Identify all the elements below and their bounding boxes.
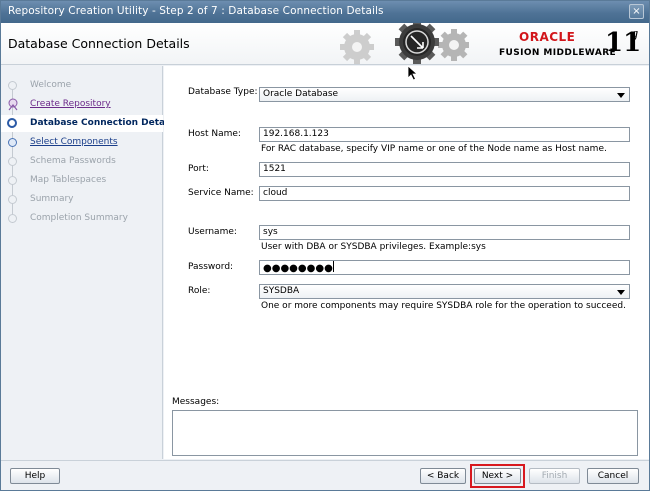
database-type-value: Oracle Database: [263, 89, 339, 99]
nav-step-welcome: Welcome: [1, 77, 163, 94]
next-button[interactable]: Next >: [474, 468, 521, 484]
port-input[interactable]: 1521: [259, 162, 630, 177]
mouse-pointer-icon: [407, 65, 419, 81]
step-current-icon: [7, 118, 17, 128]
username-input[interactable]: sys: [259, 225, 630, 240]
nav-step-summary: Summary: [1, 191, 163, 208]
host-name-input[interactable]: 192.168.1.123: [259, 127, 630, 142]
nav-step-label: Summary: [30, 194, 74, 204]
username-value: sys: [263, 227, 278, 237]
nav-step-label: Map Tablespaces: [30, 175, 107, 185]
text-caret: [332, 261, 334, 272]
nav-step-label: Database Connection Details: [30, 118, 177, 128]
page-title: Database Connection Details: [8, 36, 190, 51]
nav-step-label: Select Components: [30, 137, 118, 147]
nav-step-create-repository[interactable]: Create Repository: [1, 96, 163, 113]
header-banner: Database Connection Details ORACLE FUSIO…: [1, 23, 649, 65]
step-disabled-icon: [8, 157, 17, 166]
port-value: 1521: [263, 164, 286, 174]
nav-step-select-components[interactable]: Select Components: [1, 134, 163, 151]
messages-label: Messages:: [172, 397, 220, 407]
nav-step-completion-summary: Completion Summary: [1, 210, 163, 227]
step-disabled-icon: [8, 195, 17, 204]
finish-button[interactable]: Finish: [529, 468, 580, 484]
close-window-button[interactable]: ×: [629, 4, 644, 19]
back-button-label: < Back: [426, 471, 460, 481]
role-value: SYSDBA: [263, 286, 300, 296]
nav-step-map-tablespaces: Map Tablespaces: [1, 172, 163, 189]
step-visited-icon: [8, 98, 18, 111]
step-disabled-icon: [8, 214, 17, 223]
step-disabled-icon: [8, 176, 17, 185]
step-disabled-icon: [8, 81, 17, 90]
nav-step-database-connection-details[interactable]: Database Connection Details: [1, 115, 177, 132]
back-button[interactable]: < Back: [420, 468, 466, 484]
role-select[interactable]: SYSDBA: [259, 284, 630, 299]
title-bar[interactable]: Repository Creation Utility - Step 2 of …: [1, 1, 649, 23]
chevron-down-icon: [617, 93, 625, 98]
rcu-window: Repository Creation Utility - Step 2 of …: [0, 0, 650, 491]
cancel-button-label: Cancel: [597, 471, 629, 481]
database-type-select[interactable]: Oracle Database: [259, 87, 630, 102]
port-label: Port:: [188, 164, 209, 174]
version-suffix: g: [630, 27, 639, 42]
host-name-value: 192.168.1.123: [263, 129, 329, 139]
gears-graphic-icon: [340, 23, 469, 64]
nav-step-label: Schema Passwords: [30, 156, 116, 166]
password-masked-value: ●●●●●●●●: [263, 263, 333, 274]
username-label: Username:: [188, 227, 237, 237]
database-type-label: Database Type:: [188, 87, 258, 97]
window-title: Repository Creation Utility - Step 2 of …: [8, 5, 384, 17]
role-hint: One or more components may require SYSDB…: [261, 301, 626, 311]
nav-step-label: Completion Summary: [30, 213, 128, 223]
nav-step-label: Welcome: [30, 80, 72, 90]
service-name-value: cloud: [263, 188, 288, 198]
password-input[interactable]: ●●●●●●●●: [259, 260, 630, 275]
username-hint: User with DBA or SYSDBA privileges. Exam…: [261, 242, 486, 252]
password-label: Password:: [188, 262, 234, 272]
oracle-brand-logo: ORACLE FUSION MIDDLEWARE 11 g: [493, 27, 643, 63]
chevron-down-icon: [617, 290, 625, 295]
help-button[interactable]: Help: [10, 468, 60, 484]
nav-step-label: Create Repository: [30, 99, 111, 109]
wizard-step-nav: Welcome Create Repository Database Conne…: [1, 66, 177, 459]
host-name-hint: For RAC database, specify VIP name or on…: [261, 144, 607, 154]
service-name-label: Service Name:: [188, 188, 254, 198]
connection-form-panel: Database Type: Oracle Database Host Name…: [164, 66, 649, 459]
next-button-label: Next >: [481, 471, 514, 481]
close-icon: ×: [632, 6, 641, 17]
nav-step-schema-passwords: Schema Passwords: [1, 153, 163, 170]
cancel-button[interactable]: Cancel: [587, 468, 639, 484]
oracle-wordmark: ORACLE: [519, 30, 576, 44]
role-label: Role:: [188, 286, 211, 296]
service-name-input[interactable]: cloud: [259, 186, 630, 201]
finish-button-label: Finish: [541, 471, 568, 481]
host-name-label: Host Name:: [188, 129, 241, 139]
fusion-middleware-wordmark: FUSION MIDDLEWARE: [499, 48, 617, 58]
wizard-button-bar: Help < Back Next > Finish Cancel: [1, 460, 649, 490]
step-enabled-icon: [8, 138, 17, 147]
messages-area[interactable]: [172, 410, 638, 456]
help-button-label: Help: [24, 471, 46, 481]
